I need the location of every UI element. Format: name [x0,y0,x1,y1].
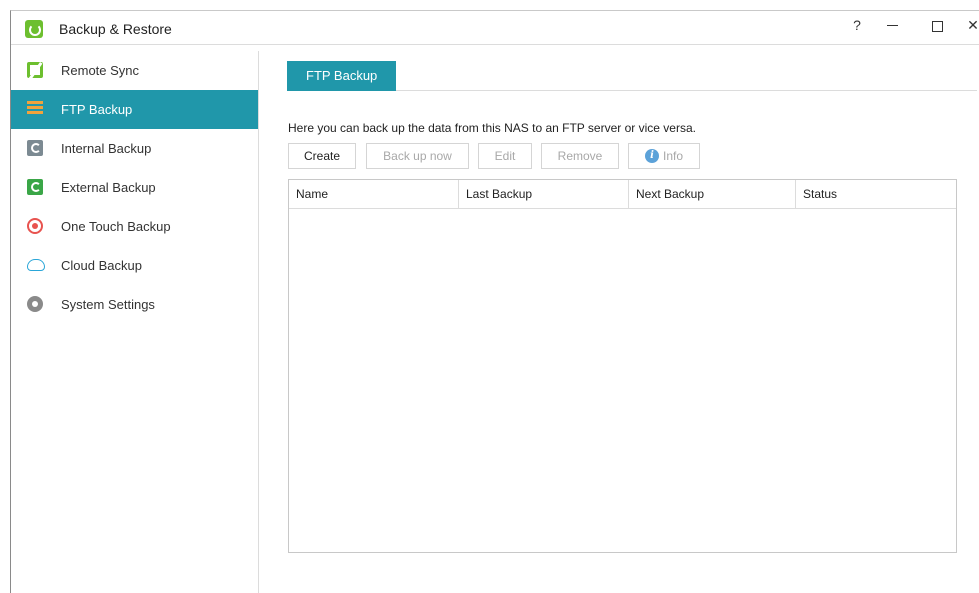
remote-sync-icon [27,62,43,78]
info-button[interactable]: i Info [628,143,700,169]
sidebar-item-system-settings[interactable]: System Settings [11,285,258,324]
sidebar-item-label: External Backup [61,180,156,195]
table-header: Name Last Backup Next Backup Status [289,180,956,209]
help-button[interactable]: ? [847,17,867,33]
ftp-backup-icon [27,101,43,117]
minimize-button[interactable] [882,17,902,33]
column-header-status[interactable]: Status [796,180,956,209]
gear-icon [27,296,43,312]
minimize-icon [886,25,898,26]
sidebar-item-label: FTP Backup [61,102,133,117]
info-button-label: Info [662,149,683,163]
backup-jobs-table: Name Last Backup Next Backup Status [288,179,957,553]
help-icon: ? [853,17,861,33]
sidebar-item-label: One Touch Backup [61,219,171,234]
app-title: Backup & Restore [59,21,172,37]
external-backup-icon [27,179,43,195]
sidebar-item-label: Remote Sync [61,63,140,78]
page-description: Here you can back up the data from this … [288,121,696,135]
info-icon: i [644,148,659,163]
sidebar: Remote Sync FTP Backup Internal Backup E… [11,51,259,593]
tab-bar: FTP Backup [287,61,977,91]
app-window: Backup & Restore ? ✕ Remote Sync FTP Bac… [10,10,979,593]
maximize-button[interactable] [927,17,947,35]
sidebar-item-one-touch-backup[interactable]: One Touch Backup [11,207,258,246]
back-up-now-button[interactable]: Back up now [366,143,469,169]
sidebar-item-label: Cloud Backup [61,258,142,273]
internal-backup-icon [27,140,43,156]
remove-button[interactable]: Remove [541,143,619,169]
column-header-name[interactable]: Name [289,180,459,209]
sidebar-item-label: Internal Backup [61,141,152,156]
close-icon: ✕ [967,17,979,33]
column-header-next-backup[interactable]: Next Backup [629,180,796,209]
sidebar-item-cloud-backup[interactable]: Cloud Backup [11,246,258,285]
main-panel: FTP Backup Here you can back up the data… [260,45,979,593]
close-button[interactable]: ✕ [963,17,979,34]
create-button[interactable]: Create [288,143,356,169]
cloud-icon [27,259,45,271]
backup-restore-app-icon [25,20,43,38]
column-header-last-backup[interactable]: Last Backup [459,180,629,209]
sidebar-item-label: System Settings [61,297,155,312]
title-bar: Backup & Restore ? ✕ [11,11,979,45]
sidebar-item-internal-backup[interactable]: Internal Backup [11,129,258,168]
edit-button[interactable]: Edit [478,143,532,169]
tab-ftp-backup[interactable]: FTP Backup [287,61,397,91]
maximize-icon [931,21,943,32]
one-touch-backup-icon [27,218,43,234]
sidebar-item-remote-sync[interactable]: Remote Sync [11,51,258,90]
sidebar-item-ftp-backup[interactable]: FTP Backup [11,90,258,129]
sidebar-item-external-backup[interactable]: External Backup [11,168,258,207]
